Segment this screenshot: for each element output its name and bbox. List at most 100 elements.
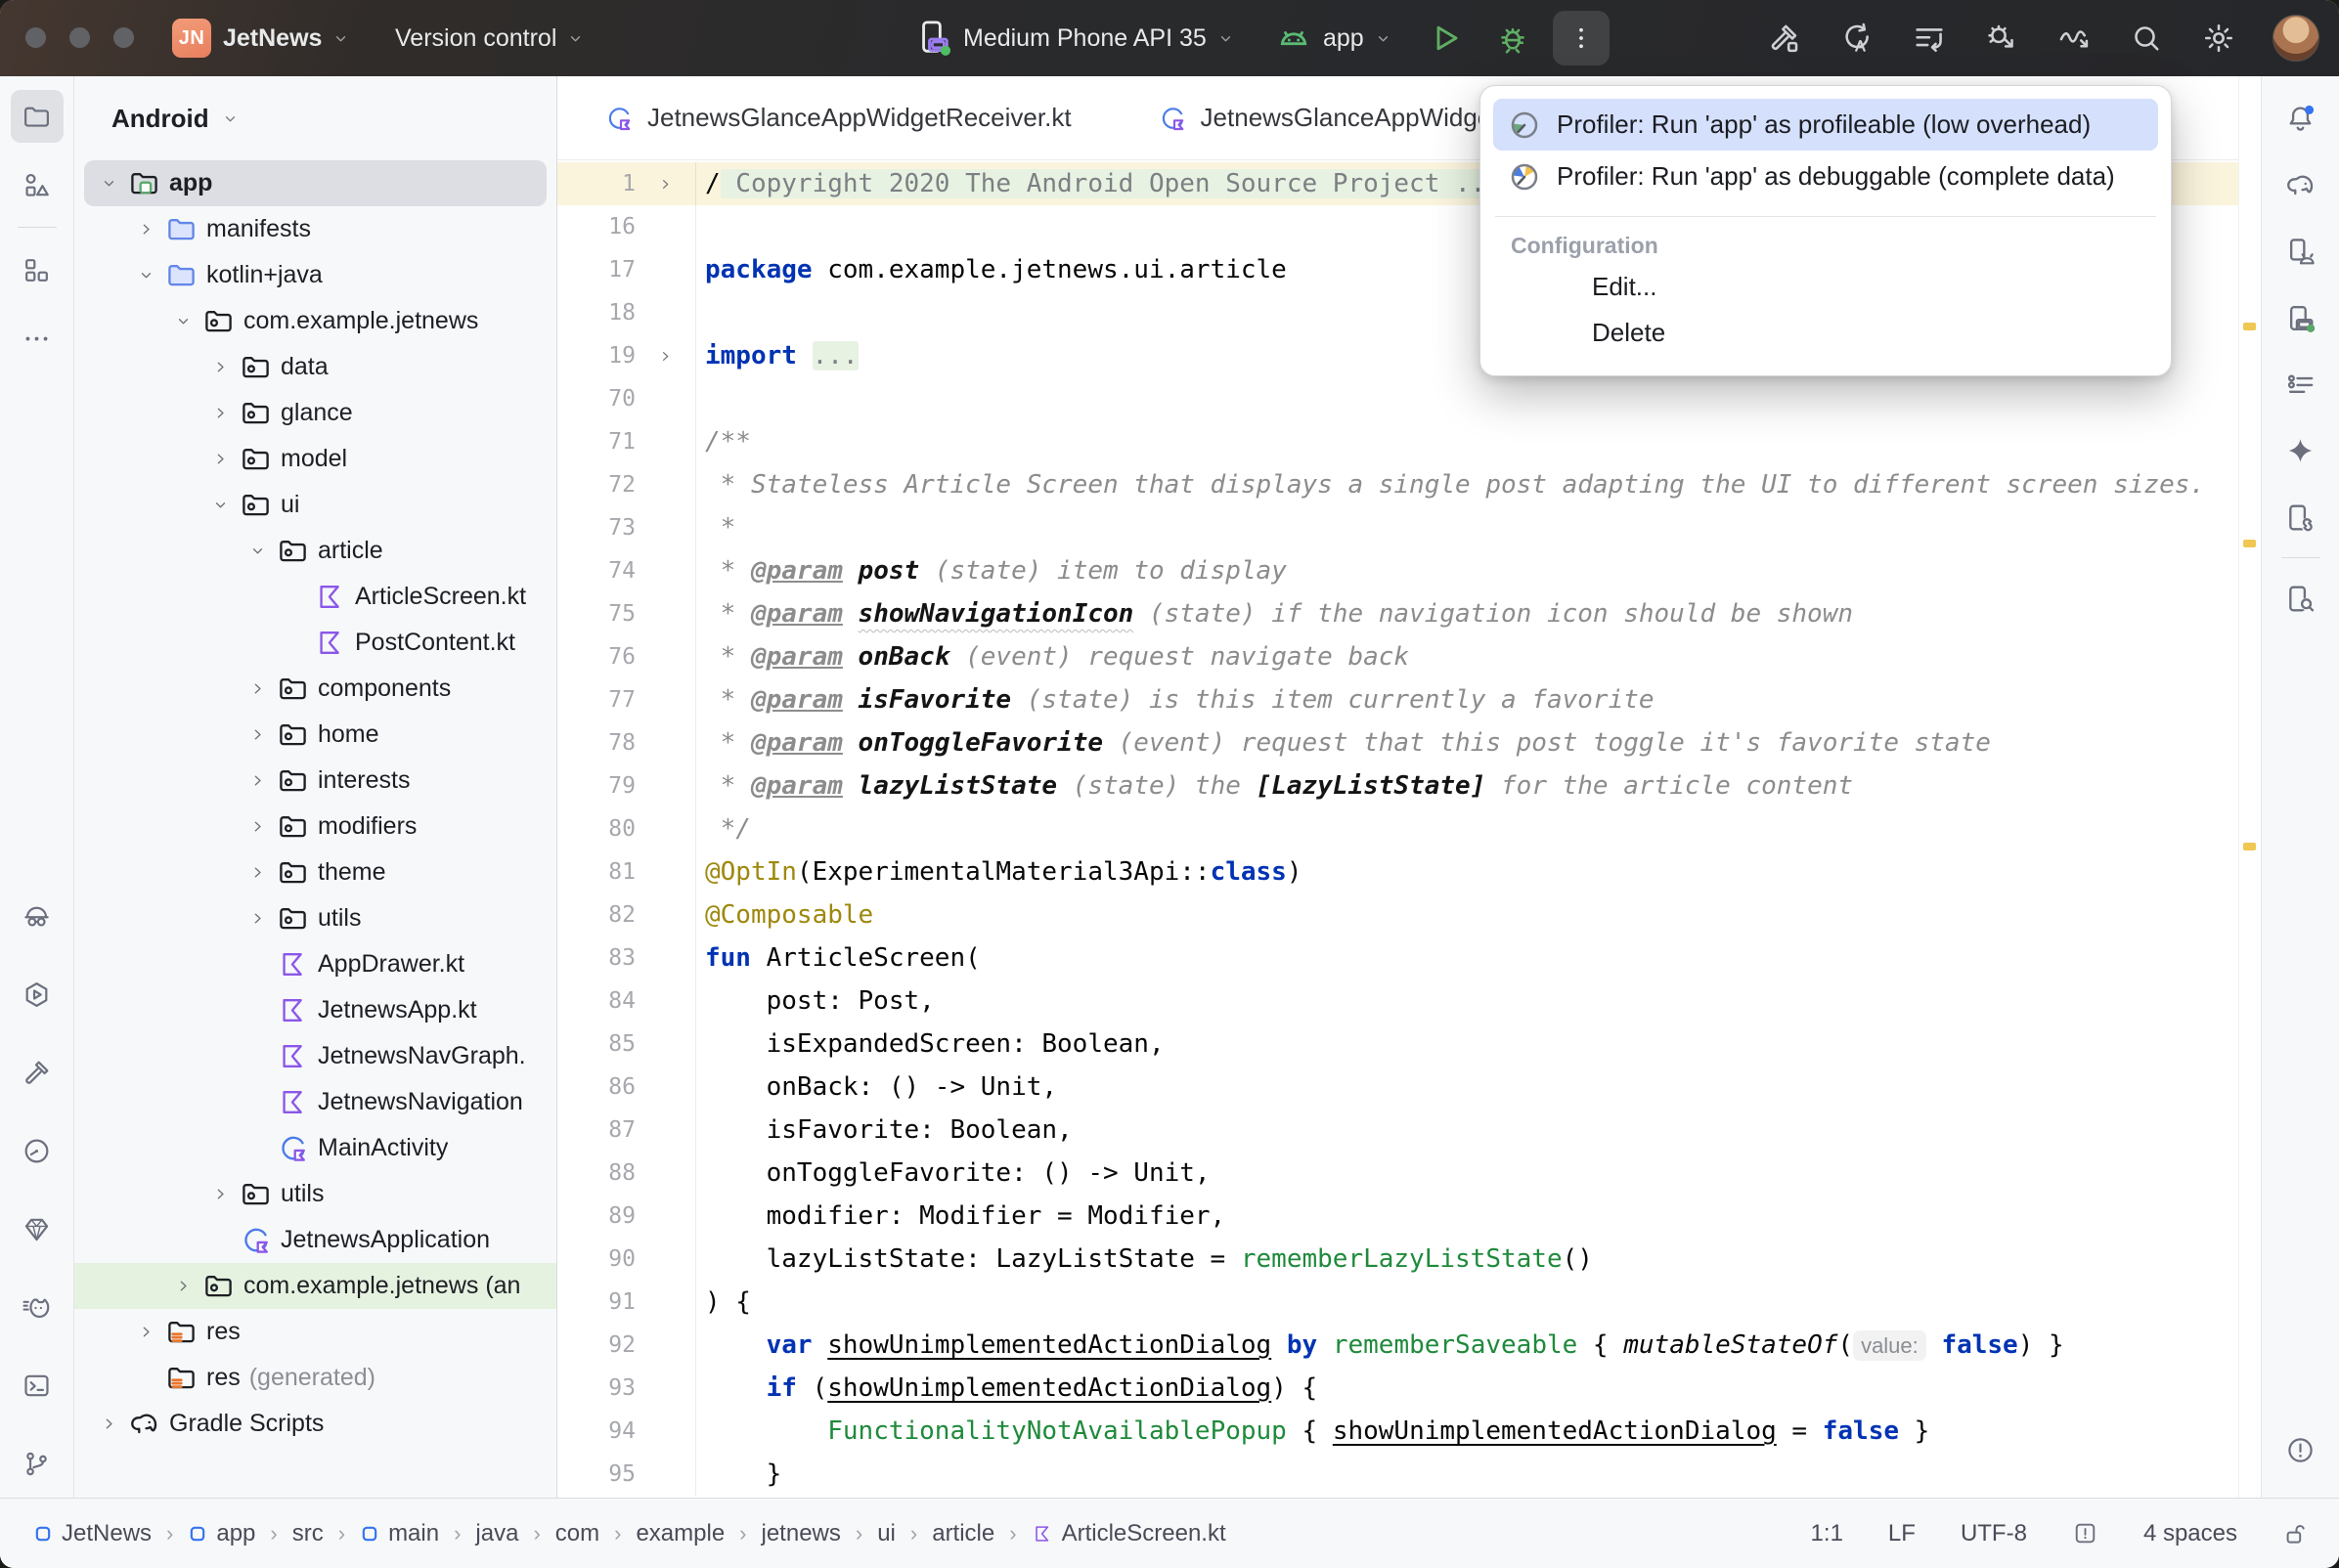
tree-item-model[interactable]: model <box>74 436 556 482</box>
breadcrumb-item[interactable]: java <box>475 1520 518 1547</box>
line-number[interactable]: 82 <box>557 902 636 928</box>
code-line[interactable]: 78 * @param onToggleFavorite (event) req… <box>557 721 2238 764</box>
line-number[interactable]: 18 <box>557 300 636 326</box>
tree-item-jetnewsapp-kt[interactable]: JetnewsApp.kt <box>74 987 556 1033</box>
line-number[interactable]: 77 <box>557 687 636 713</box>
code-line[interactable]: 75 * @param showNavigationIcon (state) i… <box>557 592 2238 635</box>
chevron-right-icon[interactable] <box>131 1323 160 1341</box>
code-line[interactable]: 77 * @param isFavorite (state) is this i… <box>557 678 2238 721</box>
chevron-right-icon[interactable] <box>243 909 272 928</box>
tree-item-com-example-jetnews-an[interactable]: com.example.jetnews (an <box>74 1263 556 1309</box>
minimize-window-button[interactable] <box>69 27 90 48</box>
line-number[interactable]: 79 <box>557 773 636 799</box>
code-line[interactable]: 72 * Stateless Article Screen that displ… <box>557 463 2238 506</box>
code-line[interactable]: 92 var showUnimplementedActionDialog by … <box>557 1324 2238 1367</box>
line-separator[interactable]: LF <box>1888 1520 1916 1547</box>
tool-window-app-quality-insights-icon[interactable] <box>11 1202 64 1255</box>
editor-tab[interactable]: JetnewsGlanceAppWidgetReceiver.kt <box>604 103 1072 133</box>
unlock-icon[interactable] <box>2282 1520 2310 1547</box>
caret-position[interactable]: 1:1 <box>1811 1520 1843 1547</box>
tree-item-components[interactable]: components <box>74 666 556 712</box>
warning-stripe-mark[interactable] <box>2243 323 2256 330</box>
line-number[interactable]: 74 <box>557 558 636 584</box>
tree-item-data[interactable]: data <box>74 344 556 390</box>
breadcrumb-item[interactable]: JetNews <box>33 1520 152 1547</box>
close-window-button[interactable] <box>25 27 46 48</box>
code-line[interactable]: 93 if (showUnimplementedActionDialog) { <box>557 1367 2238 1410</box>
tool-window-running-devices-icon[interactable] <box>2273 291 2328 344</box>
tool-window-build-variants-icon[interactable] <box>11 243 64 296</box>
tree-item-com-example-jetnews[interactable]: com.example.jetnews <box>74 298 556 344</box>
project-view-selector[interactable]: Android <box>74 76 556 160</box>
code-line[interactable]: 70 <box>557 377 2238 420</box>
breadcrumb-item[interactable]: jetnews <box>762 1520 841 1547</box>
tool-window-app-inspection-icon[interactable] <box>11 890 64 942</box>
tree-item-jetnewsnavigation[interactable]: JetnewsNavigation <box>74 1079 556 1125</box>
sync-lines-icon[interactable] <box>1911 20 1948 57</box>
line-number[interactable]: 90 <box>557 1246 636 1272</box>
line-number[interactable]: 94 <box>557 1418 636 1444</box>
menu-item-profiler[interactable]: Profiler: Run 'app' as debuggable (compl… <box>1493 151 2158 202</box>
warning-stripe-mark[interactable] <box>2243 540 2256 547</box>
run-configuration-selector[interactable]: app <box>1274 0 1392 76</box>
breadcrumb-item[interactable]: src <box>292 1520 324 1547</box>
tool-window-profiler-gauge-icon[interactable] <box>11 1124 64 1177</box>
maximize-window-button[interactable] <box>113 27 134 48</box>
tree-item-manifests[interactable]: manifests <box>74 206 556 252</box>
tree-item-res[interactable]: res(generated) <box>74 1355 556 1401</box>
debug-button[interactable] <box>1491 17 1534 60</box>
code-line[interactable]: 83fun ArticleScreen( <box>557 936 2238 980</box>
line-number[interactable]: 84 <box>557 988 636 1014</box>
tool-window-version-control-icon[interactable] <box>11 1437 64 1490</box>
code-line[interactable]: 79 * @param lazyListState (state) the [L… <box>557 764 2238 807</box>
breadcrumb-item[interactable]: example <box>636 1520 725 1547</box>
line-number[interactable]: 93 <box>557 1375 636 1401</box>
code-line[interactable]: 84 post: Post, <box>557 980 2238 1023</box>
code-line[interactable]: 76 * @param onBack (event) request navig… <box>557 635 2238 678</box>
chevron-down-icon[interactable] <box>168 312 198 330</box>
tree-item-appdrawer-kt[interactable]: AppDrawer.kt <box>74 941 556 987</box>
code-line[interactable]: 85 isExpandedScreen: Boolean, <box>557 1023 2238 1066</box>
breadcrumb-item[interactable]: ArticleScreen.kt <box>1032 1520 1226 1547</box>
chevron-down-icon[interactable] <box>243 542 272 560</box>
tree-item-kotlin-java[interactable]: kotlin+java <box>74 252 556 298</box>
line-number[interactable]: 72 <box>557 472 636 498</box>
line-number[interactable]: 95 <box>557 1461 636 1487</box>
chevron-right-icon[interactable] <box>168 1277 198 1295</box>
chevron-down-icon[interactable] <box>94 174 123 193</box>
tree-item-glance[interactable]: glance <box>74 390 556 436</box>
line-number[interactable]: 92 <box>557 1332 636 1358</box>
tree-item-articlescreen-kt[interactable]: ArticleScreen.kt <box>74 574 556 620</box>
code-line[interactable]: 82@Composable <box>557 893 2238 936</box>
tool-window-project-folder-icon[interactable] <box>11 90 64 143</box>
line-number[interactable]: 76 <box>557 644 636 670</box>
line-number[interactable]: 87 <box>557 1117 636 1143</box>
line-number[interactable]: 81 <box>557 859 636 885</box>
file-encoding[interactable]: UTF-8 <box>1961 1520 2027 1547</box>
tool-window-services-icon[interactable] <box>11 968 64 1021</box>
chevron-right-icon[interactable] <box>205 358 235 376</box>
build-icon[interactable] <box>1766 20 1803 57</box>
chevron-down-icon[interactable] <box>205 496 235 514</box>
device-selector[interactable]: Medium Phone API 35 <box>912 0 1235 76</box>
tool-window-build-hammer-icon[interactable] <box>11 1046 64 1099</box>
line-number[interactable]: 78 <box>557 730 636 756</box>
code-line[interactable]: 90 lazyListState: LazyListState = rememb… <box>557 1238 2238 1281</box>
code-line[interactable]: 87 isFavorite: Boolean, <box>557 1109 2238 1152</box>
menu-item-profiler[interactable]: Profiler: Run 'app' as profileable (low … <box>1493 99 2158 151</box>
line-number[interactable]: 19 <box>557 343 636 369</box>
tool-window-terminal-icon[interactable] <box>11 1359 64 1412</box>
tool-window-logcat-icon[interactable] <box>11 1281 64 1333</box>
tree-item-app[interactable]: app <box>84 160 547 206</box>
code-line[interactable]: 88 onToggleFavorite: () -> Unit, <box>557 1152 2238 1195</box>
breadcrumb-item[interactable]: com <box>555 1520 599 1547</box>
code-line[interactable]: 89 modifier: Modifier = Modifier, <box>557 1195 2238 1238</box>
version-control-menu[interactable]: Version control <box>395 0 585 76</box>
line-number[interactable]: 75 <box>557 601 636 627</box>
user-avatar[interactable] <box>2273 15 2319 62</box>
project-name-menu[interactable]: JetNews <box>223 0 350 76</box>
line-number[interactable]: 91 <box>557 1289 636 1315</box>
tool-window-gradle-icon[interactable] <box>2273 158 2328 211</box>
menu-item-edit[interactable]: Edit... <box>1493 264 2158 310</box>
settings-icon[interactable] <box>2200 20 2237 57</box>
